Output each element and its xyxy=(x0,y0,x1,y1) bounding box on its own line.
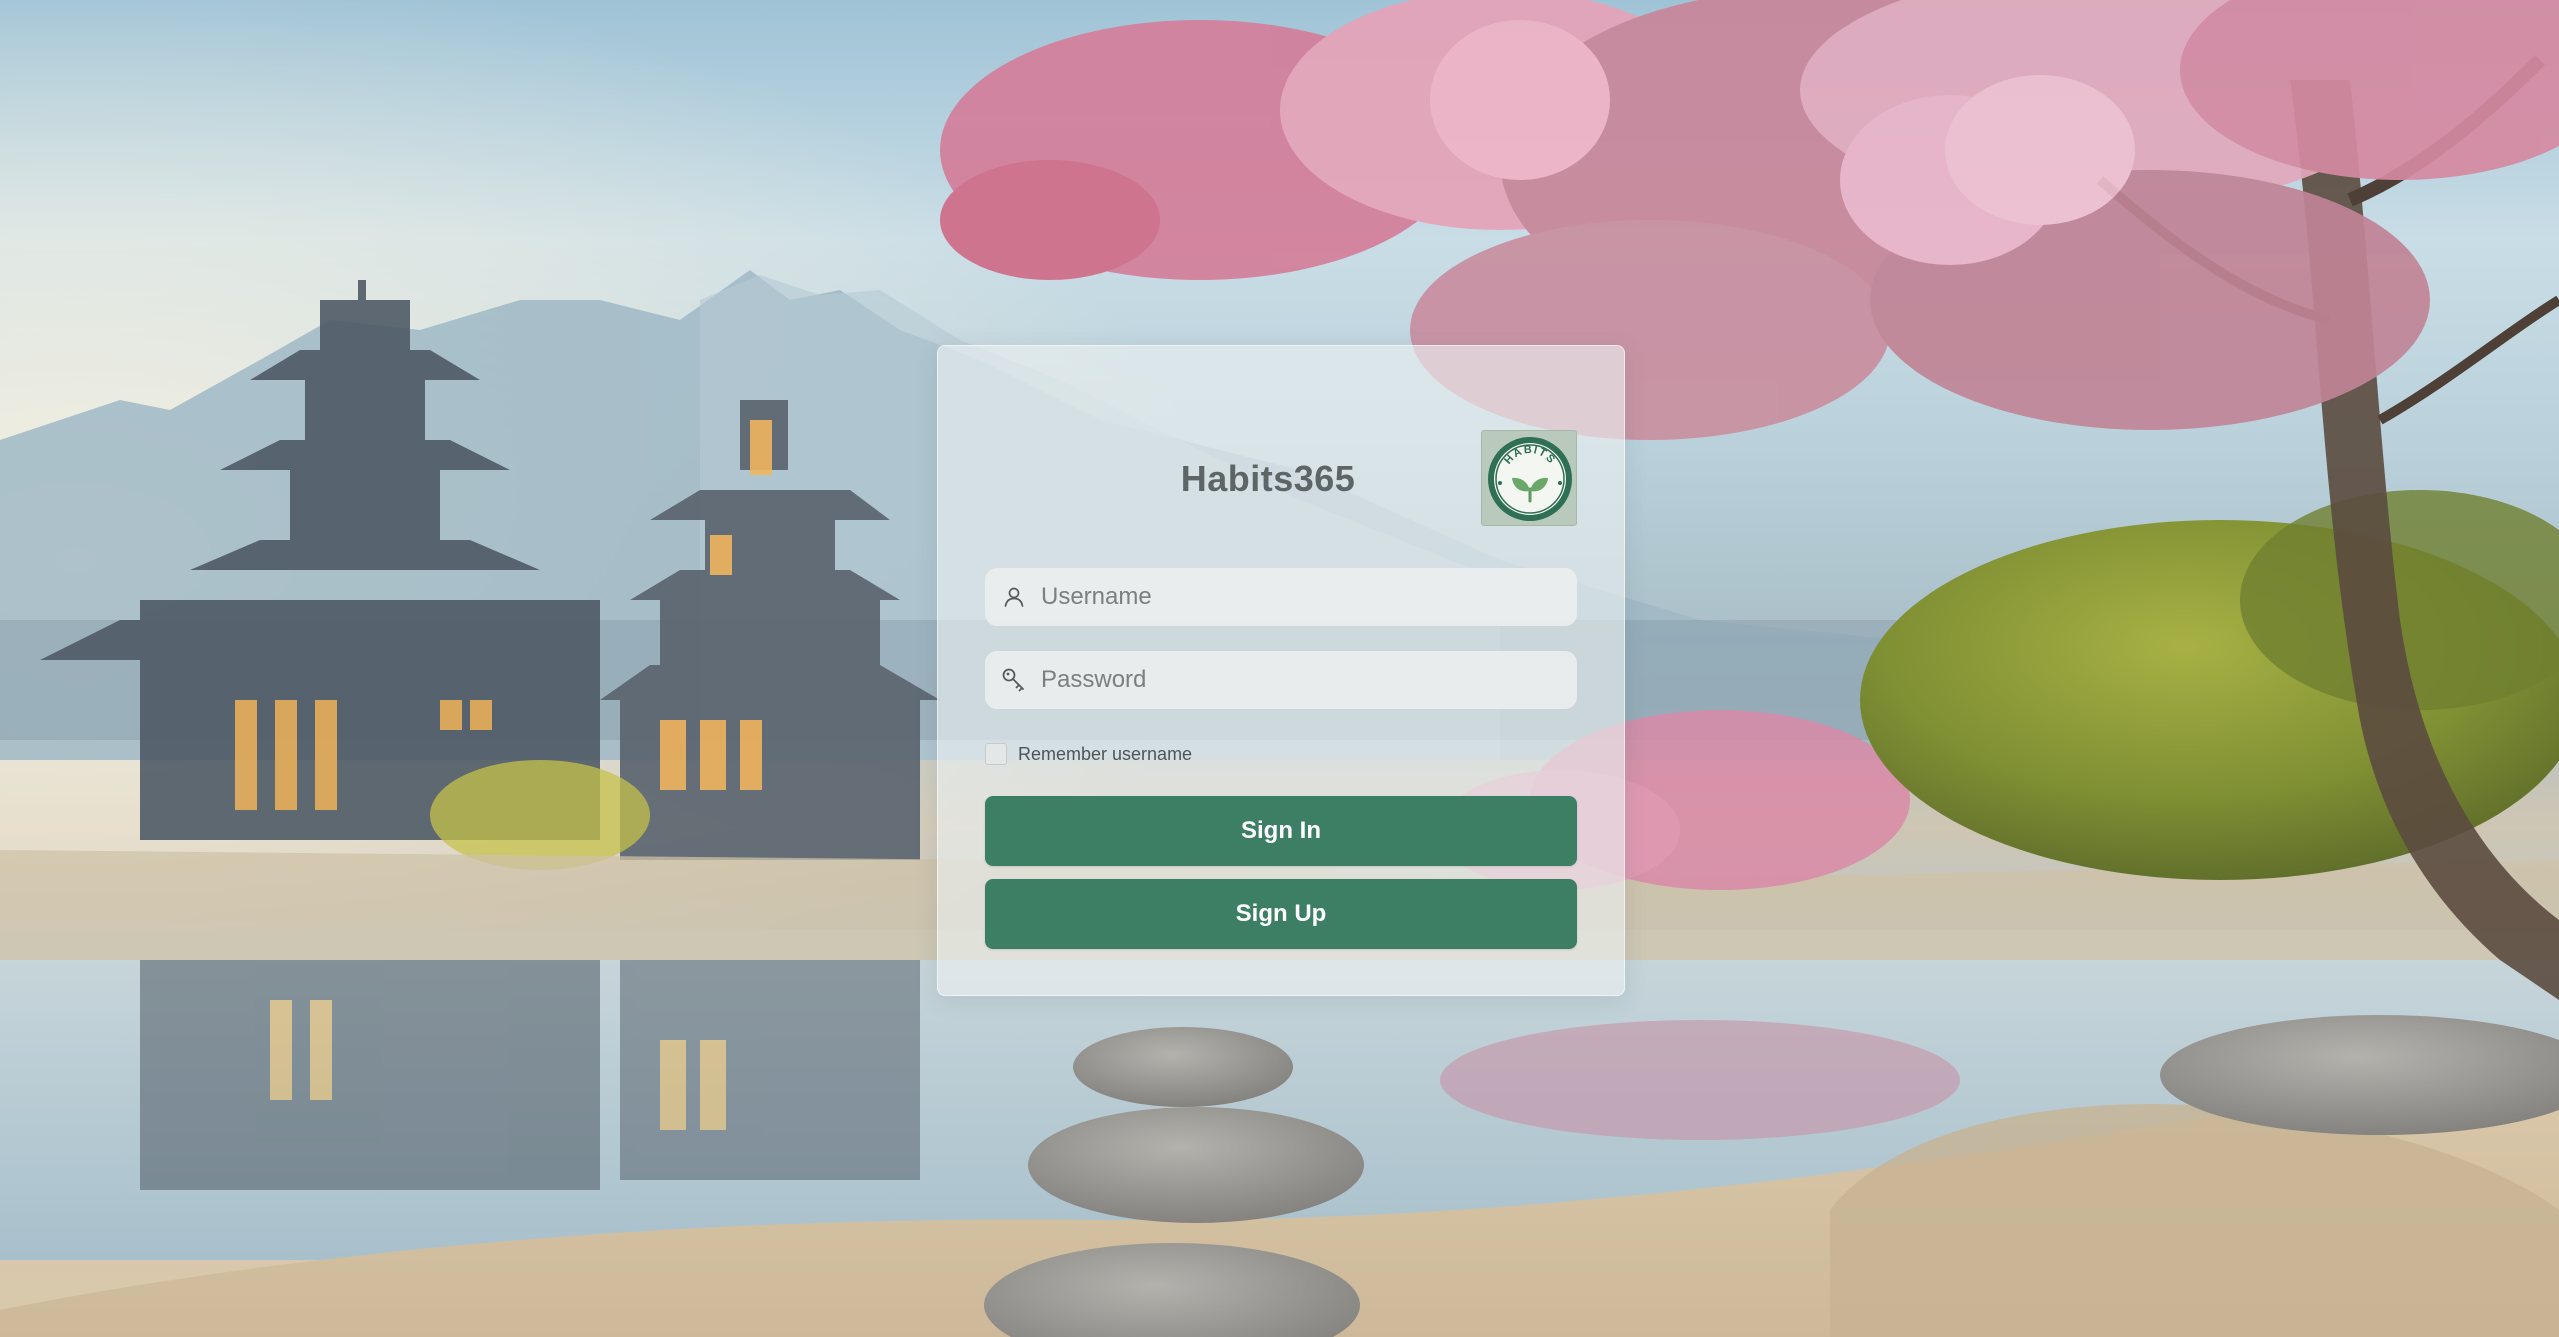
remember-checkbox[interactable] xyxy=(985,743,1007,765)
password-field[interactable] xyxy=(985,651,1577,709)
user-icon xyxy=(985,568,1043,626)
password-input[interactable] xyxy=(1041,652,1561,708)
remember-label: Remember username xyxy=(1018,743,1193,764)
username-input[interactable] xyxy=(1041,569,1561,625)
login-card: Habits365 HABITS Username Remember usern… xyxy=(937,345,1625,996)
sign-in-button[interactable]: Sign In xyxy=(985,796,1577,866)
app-title: Habits365 xyxy=(1180,458,1356,499)
remember-username[interactable]: Remember username xyxy=(985,741,1192,767)
username-field[interactable] xyxy=(985,568,1577,626)
sign-up-button[interactable]: Sign Up xyxy=(985,879,1577,949)
app-logo: HABITS xyxy=(1481,430,1577,526)
sprout-leaf-icon: HABITS xyxy=(1488,437,1572,521)
key-icon xyxy=(985,651,1043,709)
